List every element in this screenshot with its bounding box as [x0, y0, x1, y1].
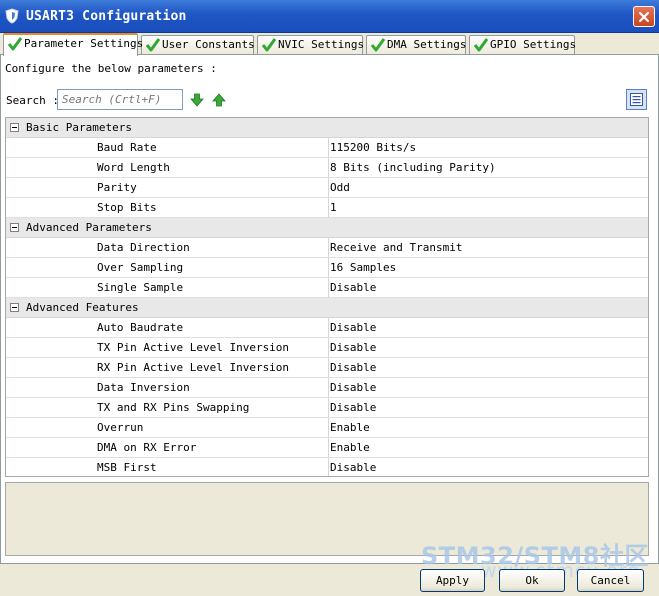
table-row[interactable]: DMA on RX Error Enable: [6, 438, 648, 458]
check-icon: [145, 38, 161, 52]
param-value[interactable]: Disable: [328, 318, 376, 337]
collapse-icon[interactable]: [10, 223, 19, 232]
param-name: TX Pin Active Level Inversion: [97, 341, 290, 354]
tab-gpio-settings[interactable]: GPIO Settings: [469, 35, 577, 55]
tab-label: NVIC Settings: [278, 38, 365, 51]
param-name: Over Sampling: [97, 261, 184, 274]
param-name: Parity: [97, 181, 137, 194]
param-name: MSB First: [97, 461, 157, 474]
tab-label: DMA Settings: [387, 38, 467, 51]
param-value[interactable]: Odd: [328, 178, 350, 197]
param-value[interactable]: Enable: [328, 418, 370, 437]
param-value[interactable]: 16 Samples: [328, 258, 396, 277]
table-row[interactable]: Single Sample Disable: [6, 278, 648, 298]
tab-strip: Parameter Settings User Constants NVIC S…: [0, 33, 659, 56]
search-input[interactable]: [57, 89, 183, 110]
table-row[interactable]: Overrun Enable: [6, 418, 648, 438]
tab-nvic-settings[interactable]: NVIC Settings: [257, 35, 365, 55]
table-row[interactable]: Parity Odd: [6, 178, 648, 198]
shield-icon: [5, 8, 19, 24]
tab-label: User Constants: [162, 38, 255, 51]
check-icon: [370, 38, 386, 52]
search-label: Search :: [6, 94, 59, 107]
param-name: Data Direction: [97, 241, 190, 254]
table-row[interactable]: MSB First Disable: [6, 458, 648, 476]
table-row[interactable]: Over Sampling 16 Samples: [6, 258, 648, 278]
group-label: Advanced Features: [26, 301, 139, 314]
param-value[interactable]: Disable: [328, 378, 376, 397]
table-row[interactable]: Word Length 8 Bits (including Parity): [6, 158, 648, 178]
param-value[interactable]: Disable: [328, 398, 376, 417]
table-row[interactable]: RX Pin Active Level Inversion Disable: [6, 358, 648, 378]
param-name: Word Length: [97, 161, 170, 174]
list-icon: [630, 93, 643, 106]
table-row[interactable]: Data Direction Receive and Transmit: [6, 238, 648, 258]
arrow-up-icon[interactable]: [212, 93, 226, 107]
check-icon: [473, 38, 489, 52]
collapse-icon[interactable]: [10, 303, 19, 312]
window-title: USART3 Configuration: [26, 9, 187, 24]
close-button[interactable]: [633, 6, 655, 27]
list-view-button[interactable]: [626, 89, 647, 110]
tab-user-constants[interactable]: User Constants: [141, 35, 255, 55]
tab-parameter-settings[interactable]: Parameter Settings: [3, 33, 143, 56]
group-header-advanced-parameters[interactable]: Advanced Parameters: [6, 218, 648, 238]
param-value[interactable]: Enable: [328, 438, 370, 457]
param-name: Stop Bits: [97, 201, 157, 214]
param-name: Single Sample: [97, 281, 184, 294]
param-value[interactable]: Disable: [328, 358, 376, 377]
tab-label: Parameter Settings: [24, 37, 144, 50]
group-label: Basic Parameters: [26, 121, 132, 134]
param-name: TX and RX Pins Swapping: [97, 401, 250, 414]
table-row[interactable]: Stop Bits 1: [6, 198, 648, 218]
table-row[interactable]: TX and RX Pins Swapping Disable: [6, 398, 648, 418]
param-name: Auto Baudrate: [97, 321, 184, 334]
table-row[interactable]: Data Inversion Disable: [6, 378, 648, 398]
tab-dma-settings[interactable]: DMA Settings: [366, 35, 466, 55]
param-value[interactable]: Disable: [328, 458, 376, 476]
intro-text: Configure the below parameters :: [5, 62, 217, 75]
collapse-icon[interactable]: [10, 123, 19, 132]
group-header-advanced-features[interactable]: Advanced Features: [6, 298, 648, 318]
param-name: Overrun: [97, 421, 144, 434]
tab-label: GPIO Settings: [490, 38, 577, 51]
param-name: RX Pin Active Level Inversion: [97, 361, 290, 374]
group-header-basic-parameters[interactable]: Basic Parameters: [6, 118, 648, 138]
table-row[interactable]: TX Pin Active Level Inversion Disable: [6, 338, 648, 358]
apply-button[interactable]: Apply: [420, 569, 485, 592]
param-value[interactable]: Receive and Transmit: [328, 238, 462, 257]
param-name: DMA on RX Error: [97, 441, 197, 454]
table-row[interactable]: Baud Rate 115200 Bits/s: [6, 138, 648, 158]
close-icon: [638, 11, 650, 23]
ok-button[interactable]: Ok: [499, 569, 565, 592]
parameter-grid: Basic Parameters Baud Rate 115200 Bits/s…: [5, 117, 649, 477]
arrow-down-icon[interactable]: [190, 93, 204, 107]
title-bar: USART3 Configuration: [0, 0, 659, 33]
table-row[interactable]: Auto Baudrate Disable: [6, 318, 648, 338]
param-name: Data Inversion: [97, 381, 190, 394]
param-value[interactable]: 115200 Bits/s: [328, 138, 416, 157]
cancel-button[interactable]: Cancel: [577, 569, 644, 592]
param-value[interactable]: 1: [328, 198, 337, 217]
param-value[interactable]: 8 Bits (including Parity): [328, 158, 496, 177]
group-label: Advanced Parameters: [26, 221, 152, 234]
param-value[interactable]: Disable: [328, 338, 376, 357]
param-value[interactable]: Disable: [328, 278, 376, 297]
check-icon: [261, 38, 277, 52]
check-icon: [7, 37, 23, 51]
param-name: Baud Rate: [97, 141, 157, 154]
